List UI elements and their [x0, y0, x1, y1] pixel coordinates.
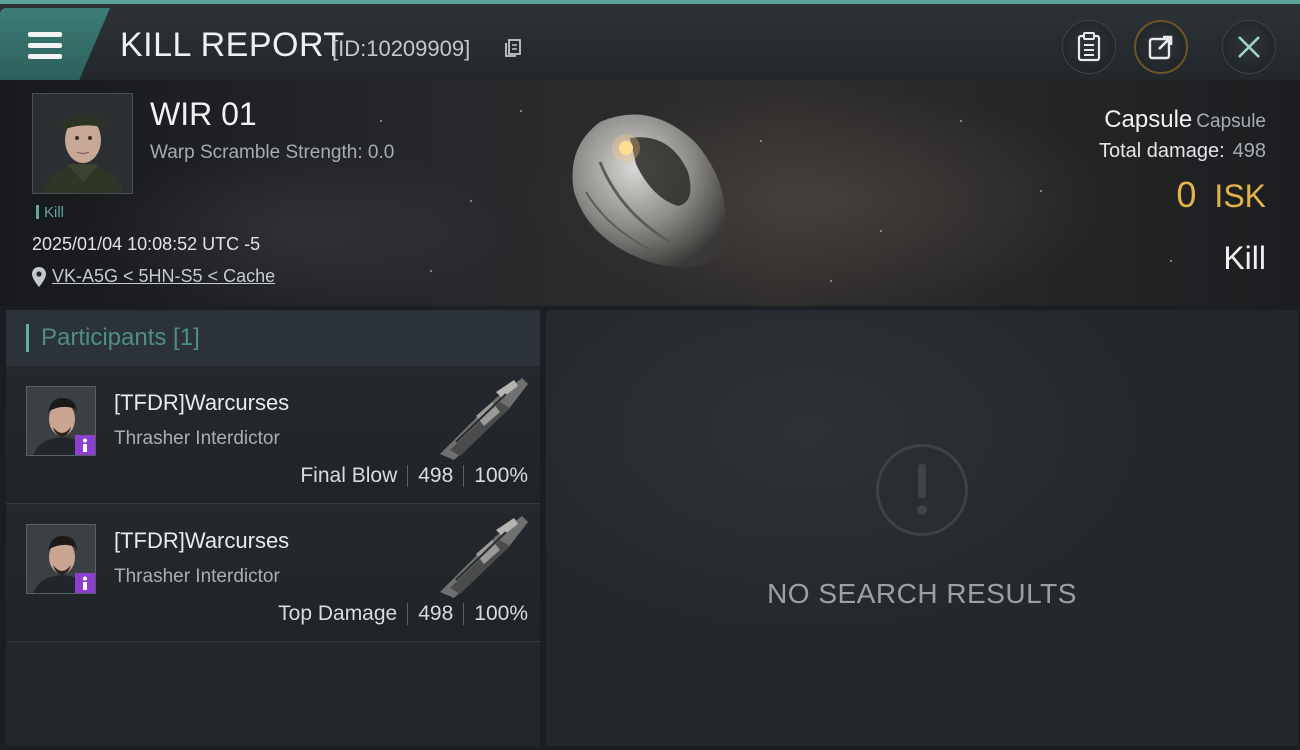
isk-unit: ISK — [1214, 178, 1266, 214]
total-damage: Total damage: 498 — [1099, 140, 1266, 163]
report-id: [ID:10209909] — [332, 36, 471, 61]
participant-ship-image[interactable] — [436, 372, 532, 462]
victim-ship-name: Capsule Capsule — [1104, 106, 1266, 134]
participant-stats: Top Damage 498 100% — [278, 602, 528, 626]
participant-stats: Final Blow 498 100% — [300, 464, 528, 488]
participant-role: Final Blow — [300, 464, 398, 487]
location-pin-icon — [32, 266, 46, 287]
participant-percent: 100% — [474, 464, 528, 487]
location-link[interactable]: VK-A5G < 5HN-S5 < Cache — [32, 266, 275, 287]
no-results-text: NO SEARCH RESULTS — [767, 578, 1077, 609]
participant-portrait[interactable] — [26, 524, 96, 594]
ship-name: Capsule — [1104, 106, 1193, 133]
victim-name: WIR 01 — [150, 96, 257, 132]
participant-percent: 100% — [474, 602, 528, 625]
participants-panel: Participants [1] [TFDR]Warcurses Thrashe… — [6, 310, 540, 746]
participant-name: [TFDR]Warcurses — [114, 528, 290, 553]
participant-ship: Thrasher Interdictor — [114, 428, 280, 449]
copy-icon[interactable] — [504, 38, 522, 58]
victim-banner: WIR 01 Warp Scramble Strength: 0.0 Kill … — [0, 80, 1300, 306]
ship-class: Capsule — [1196, 111, 1266, 132]
total-damage-label: Total damage: — [1098, 140, 1225, 162]
victim-ship-image[interactable] — [560, 102, 740, 274]
corp-badge-icon — [75, 573, 95, 593]
kill-datetime: 2025/01/04 10:08:52 UTC -5 — [32, 234, 261, 254]
isk-amount: 0 — [1176, 174, 1197, 215]
participant-portrait[interactable] — [26, 386, 96, 456]
page-title: KILL REPORT — [120, 26, 345, 64]
participant-damage: 498 — [418, 602, 454, 625]
isk-value: 0 ISK — [1176, 174, 1266, 216]
participants-header[interactable]: Participants [1] — [6, 310, 540, 366]
kill-tag: Kill — [36, 204, 64, 221]
participant-row[interactable]: [TFDR]Warcurses Thrasher Interdictor Fin… — [6, 366, 540, 504]
participant-row[interactable]: [TFDR]Warcurses Thrasher Interdictor Top… — [6, 504, 540, 642]
participant-ship: Thrasher Interdictor — [114, 566, 280, 587]
search-results-panel: NO SEARCH RESULTS — [546, 310, 1298, 746]
clipboard-icon — [1077, 32, 1101, 62]
victim-portrait[interactable] — [32, 93, 133, 194]
warp-scramble-strength: Warp Scramble Strength: 0.0 — [150, 142, 395, 163]
participant-damage: 498 — [418, 464, 454, 487]
location-text: VK-A5G < 5HN-S5 < Cache — [52, 266, 276, 286]
outcome-label: Kill — [1223, 240, 1266, 276]
close-icon — [1238, 36, 1260, 58]
close-button[interactable] — [1222, 20, 1276, 74]
participant-name: [TFDR]Warcurses — [114, 390, 290, 415]
share-button[interactable] — [1134, 20, 1188, 74]
participant-role: Top Damage — [278, 602, 398, 625]
total-damage-value: 498 — [1232, 140, 1266, 162]
share-icon — [1148, 35, 1173, 60]
menu-button[interactable] — [0, 8, 110, 80]
corp-badge-icon — [75, 435, 95, 455]
title-bar: KILL REPORT [ID:10209909] — [0, 0, 1300, 80]
alert-icon — [876, 444, 968, 536]
clipboard-button[interactable] — [1062, 20, 1116, 74]
menu-icon — [28, 32, 62, 60]
participant-ship-image[interactable] — [436, 510, 532, 600]
